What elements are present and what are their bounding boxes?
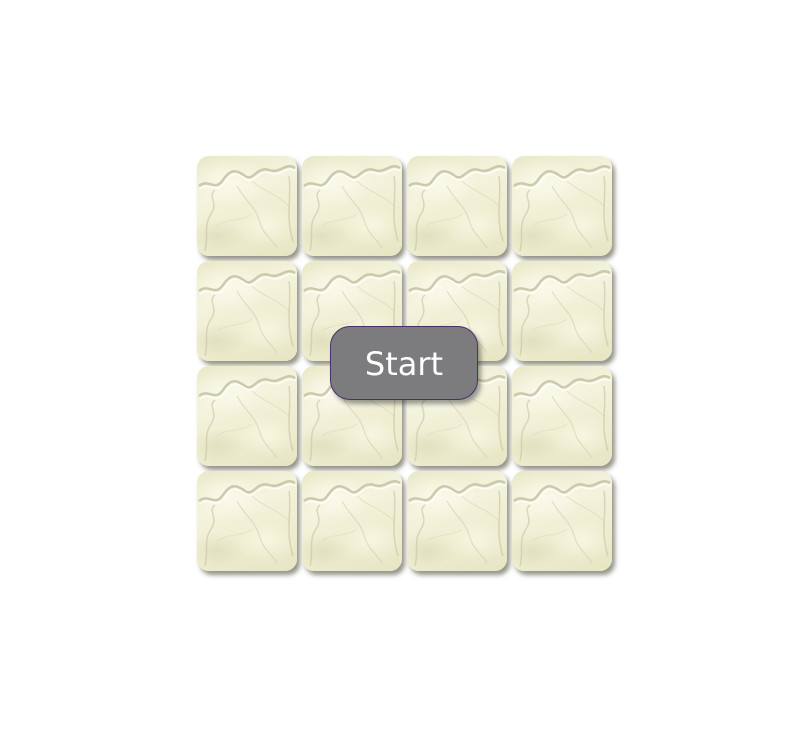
- memory-tile[interactable]: [512, 471, 612, 571]
- tile-texture: [513, 270, 612, 357]
- memory-tile[interactable]: [302, 156, 402, 256]
- memory-tile[interactable]: [407, 156, 507, 256]
- memory-tile[interactable]: [197, 156, 297, 256]
- tile-texture: [408, 480, 507, 567]
- tile-texture: [513, 480, 612, 567]
- memory-tile[interactable]: [512, 156, 612, 256]
- start-button[interactable]: Start: [330, 326, 478, 400]
- memory-tile[interactable]: [512, 366, 612, 466]
- tile-texture: [303, 165, 402, 252]
- tile-texture: [303, 480, 402, 567]
- tile-texture: [198, 480, 297, 567]
- tile-texture: [513, 165, 612, 252]
- tile-texture: [198, 375, 297, 462]
- tile-texture: [198, 165, 297, 252]
- memory-tile[interactable]: [197, 471, 297, 571]
- memory-tile[interactable]: [512, 261, 612, 361]
- memory-tile[interactable]: [197, 261, 297, 361]
- tile-texture: [513, 375, 612, 462]
- memory-tile[interactable]: [407, 471, 507, 571]
- memory-tile[interactable]: [302, 471, 402, 571]
- game-stage: Start: [0, 0, 812, 748]
- tile-texture: [408, 165, 507, 252]
- memory-tile[interactable]: [197, 366, 297, 466]
- tile-texture: [198, 270, 297, 357]
